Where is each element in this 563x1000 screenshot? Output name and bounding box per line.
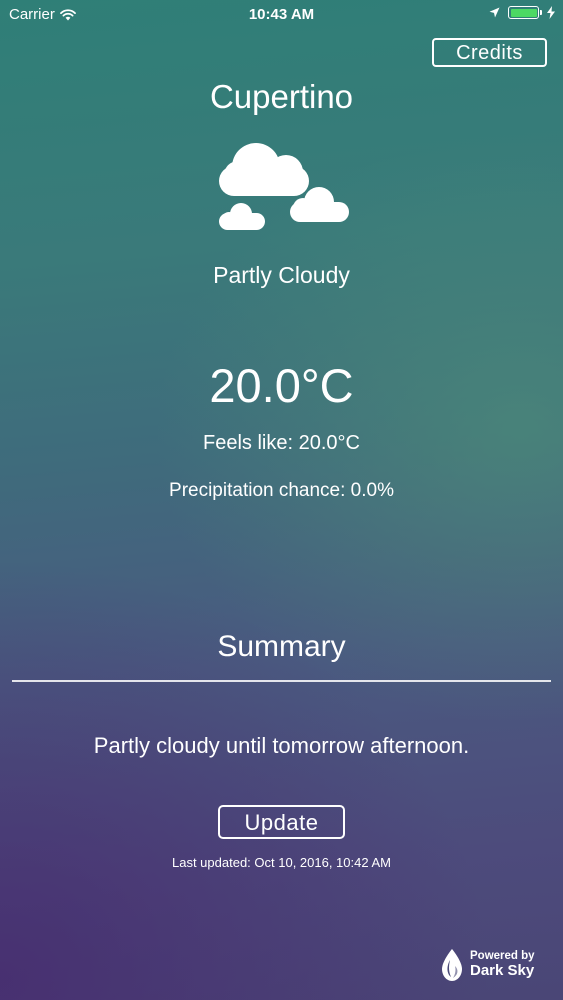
status-time: 10:43 AM [248,6,315,23]
location-title: Cupertino [209,78,354,115]
summary-text: Partly cloudy until tomorrow afternoon. [93,733,470,758]
feels-like: Feels like: 20.0°C [203,432,360,454]
last-updated: Last updated: Oct 10, 2016, 10:42 AM [172,855,391,870]
battery-tip [540,10,542,15]
weather-condition: Partly Cloudy [213,262,350,288]
temperature: 20.0°C [209,359,354,412]
battery-icon [508,6,542,19]
update-button[interactable]: Update [218,805,345,839]
partly-cloudy-icon [219,143,349,230]
location-arrow-icon [489,7,500,18]
status-right [489,6,555,19]
battery-level [510,8,537,17]
summary-title: Summary [217,630,346,663]
charging-icon [547,6,555,19]
status-bar: Carrier 10:43 AM [0,0,563,30]
summary-divider [12,680,551,682]
credits-button[interactable]: Credits [432,38,547,67]
powered-text: Powered by Dark Sky [470,950,535,979]
precipitation-chance: Precipitation chance: 0.0% [169,480,394,501]
powered-by-dark-sky[interactable]: Powered by Dark Sky [440,945,545,985]
dark-sky-logo-icon [442,949,462,981]
dark-sky-label: Dark Sky [470,962,535,980]
